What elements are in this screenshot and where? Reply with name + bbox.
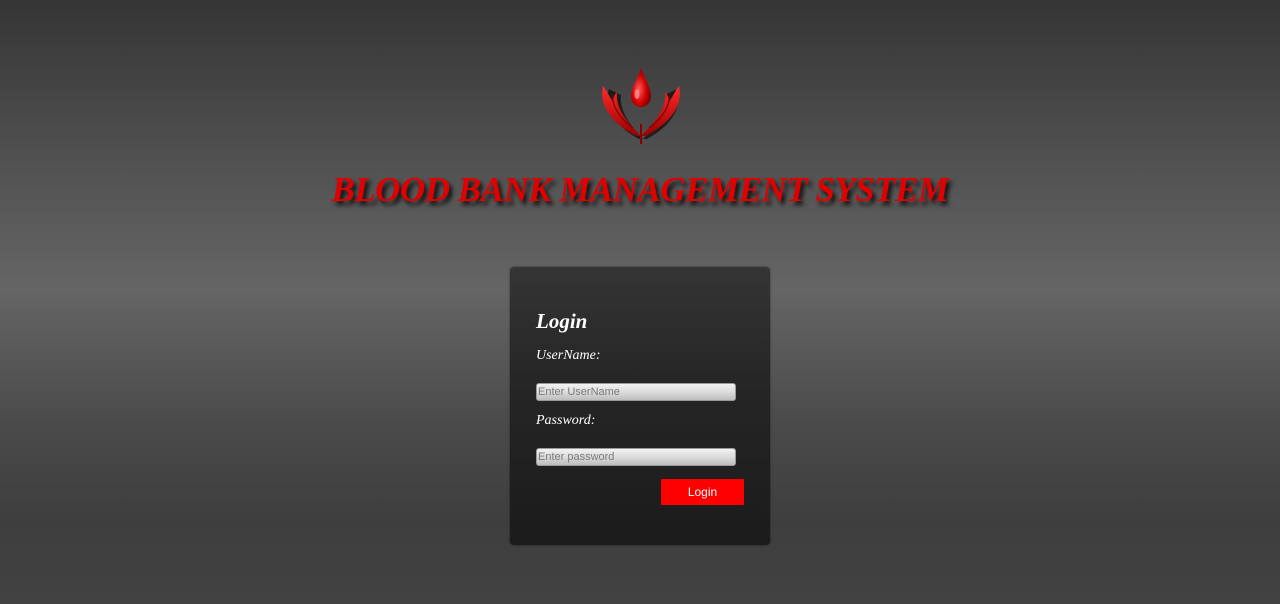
username-label: UserName:	[536, 348, 601, 363]
login-panel: Login UserName: Password: Login	[510, 267, 770, 545]
username-input[interactable]	[536, 383, 736, 401]
password-input[interactable]	[536, 448, 736, 466]
blood-drop-hands-icon	[597, 64, 687, 146]
password-label: Password:	[536, 413, 596, 428]
login-heading: Login	[536, 309, 588, 333]
app-title: BLOOD BANK MANAGEMENT SYSTEM	[331, 170, 949, 209]
login-button[interactable]: Login	[661, 479, 744, 505]
